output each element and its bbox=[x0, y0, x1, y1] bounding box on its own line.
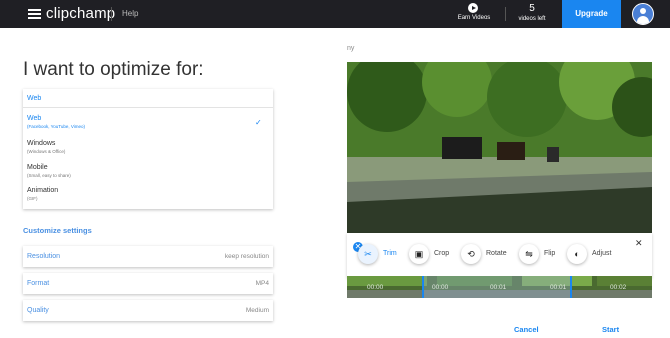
crop-icon: ▣ bbox=[409, 244, 429, 264]
dropdown-selected-value[interactable]: Web bbox=[27, 95, 41, 102]
tool-label: Adjust bbox=[592, 250, 612, 257]
timecode: 00:00 bbox=[432, 284, 449, 291]
help-link[interactable]: Help bbox=[122, 9, 138, 18]
option-subtitle: (Facebook, YouTube, Vimeo) bbox=[27, 124, 86, 129]
divider bbox=[111, 7, 112, 21]
upgrade-button[interactable]: Upgrade bbox=[562, 0, 621, 28]
videos-left-label: videos left bbox=[518, 16, 546, 22]
resolution-setting[interactable]: Resolution keep resolution bbox=[23, 246, 273, 267]
tool-label: Crop bbox=[434, 250, 450, 257]
avatar[interactable] bbox=[632, 3, 654, 25]
start-button[interactable]: Start bbox=[602, 325, 619, 334]
cancel-button[interactable]: Cancel bbox=[514, 325, 539, 334]
app-logo[interactable]: clipchamp bbox=[46, 5, 115, 22]
flip-icon: ⇋ bbox=[519, 244, 539, 264]
close-toolbar-icon[interactable]: ✕ bbox=[635, 238, 643, 249]
quality-setting[interactable]: Quality Medium bbox=[23, 300, 273, 321]
setting-label: Quality bbox=[27, 307, 49, 314]
tool-label: Trim bbox=[383, 250, 397, 257]
menu-icon[interactable] bbox=[28, 9, 41, 19]
tool-label: Rotate bbox=[486, 250, 507, 257]
timecode: 00:01 bbox=[550, 284, 567, 291]
option-title: Animation bbox=[27, 187, 59, 194]
rotate-icon: ⟲ bbox=[461, 244, 481, 264]
option-title: Mobile bbox=[27, 164, 48, 171]
adjust-icon: ◐ bbox=[567, 244, 587, 264]
divider bbox=[23, 107, 273, 108]
setting-label: Resolution bbox=[27, 253, 61, 260]
video-preview[interactable] bbox=[347, 62, 652, 233]
option-windows[interactable]: Windows (Windows & Office) bbox=[27, 140, 65, 154]
file-name: ny bbox=[347, 45, 355, 52]
option-title: Windows bbox=[27, 140, 56, 147]
earn-videos-label: Earn Videos bbox=[457, 15, 491, 21]
page-title: I want to optimize for: bbox=[23, 59, 204, 80]
timecode: 00:00 bbox=[367, 284, 384, 291]
tool-label: Flip bbox=[544, 250, 556, 257]
customize-settings-link[interactable]: Customize settings bbox=[23, 226, 92, 235]
setting-value: MP4 bbox=[255, 280, 269, 287]
option-title: Web bbox=[27, 115, 42, 122]
option-animation[interactable]: Animation (GIF) bbox=[27, 187, 58, 201]
format-setting[interactable]: Format MP4 bbox=[23, 273, 273, 294]
checkmark-icon: ✓ bbox=[255, 118, 262, 127]
option-subtitle: (Small, easy to share) bbox=[27, 173, 71, 178]
scissors-icon: ✂ bbox=[358, 244, 378, 264]
option-web[interactable]: Web (Facebook, YouTube, Vimeo) bbox=[27, 115, 85, 129]
setting-label: Format bbox=[27, 280, 50, 287]
setting-value: keep resolution bbox=[224, 253, 269, 260]
earn-videos-button[interactable]: Earn Videos bbox=[448, 0, 500, 28]
timecode: 00:02 bbox=[610, 284, 627, 291]
top-bar: clipchamp Help Earn Videos 5 videos left… bbox=[0, 0, 670, 28]
videos-left-counter: 5 videos left bbox=[506, 0, 558, 28]
option-mobile[interactable]: Mobile (Small, easy to share) bbox=[27, 164, 71, 178]
trim-timeline[interactable]: 00:00 00:00 00:01 00:01 00:02 bbox=[347, 276, 652, 298]
videos-left-count: 5 bbox=[529, 3, 535, 14]
video-frame bbox=[347, 62, 652, 233]
optimize-dropdown[interactable]: Web Web (Facebook, YouTube, Vimeo) ✓ Win… bbox=[23, 89, 273, 209]
timecode: 00:01 bbox=[490, 284, 507, 291]
option-subtitle: (GIF) bbox=[27, 196, 38, 201]
option-subtitle: (Windows & Office) bbox=[27, 149, 66, 154]
play-icon bbox=[468, 3, 478, 13]
setting-value: Medium bbox=[245, 307, 269, 314]
